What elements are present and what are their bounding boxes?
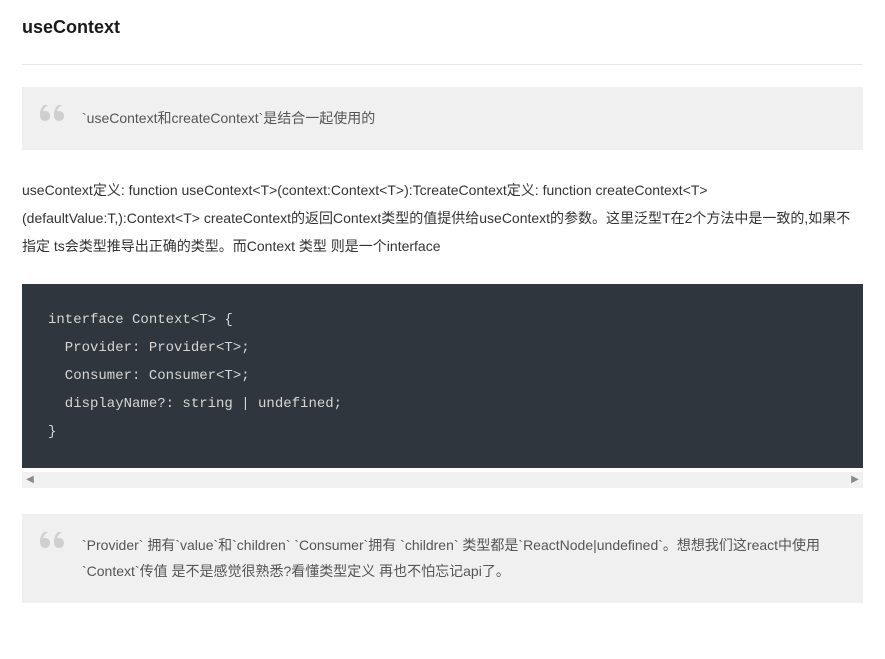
quote-left-icon	[38, 524, 70, 565]
quote-text: `useContext和createContext`是结合一起使用的	[82, 110, 375, 126]
body-paragraph: useContext定义: function useContext<T>(con…	[22, 176, 863, 260]
quote-text: `Provider` 拥有`value`和`children` `Consume…	[82, 537, 820, 580]
scroll-left-icon[interactable]: ◀	[22, 472, 38, 488]
horizontal-scrollbar[interactable]: ◀ ▶	[22, 472, 863, 488]
quote-left-icon	[38, 97, 70, 138]
code-block: interface Context<T> { Provider: Provide…	[22, 284, 863, 468]
scroll-right-icon[interactable]: ▶	[847, 472, 863, 488]
quote-block-2: `Provider` 拥有`value`和`children` `Consume…	[22, 514, 863, 603]
quote-block-1: `useContext和createContext`是结合一起使用的	[22, 87, 863, 150]
divider	[22, 64, 863, 65]
section-heading: useContext	[22, 10, 863, 54]
